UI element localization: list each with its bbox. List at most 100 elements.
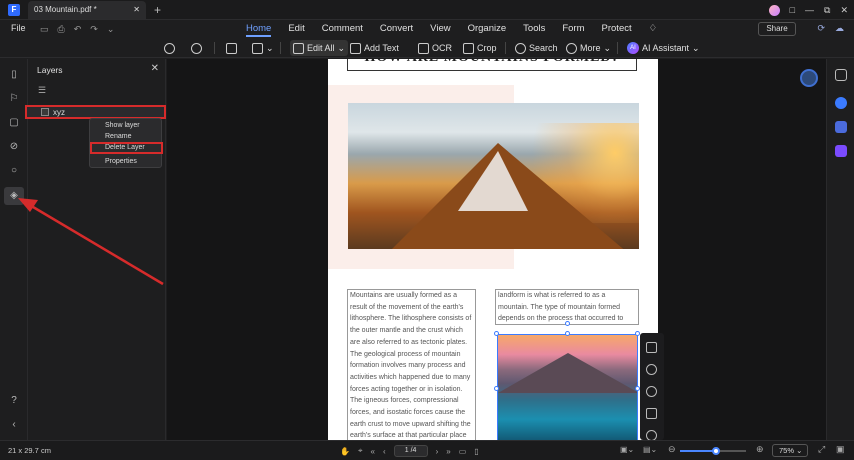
ocr-button[interactable]: OCR: [418, 40, 452, 56]
file-menu[interactable]: File: [11, 23, 26, 33]
layers-icon[interactable]: ◈: [4, 187, 24, 205]
layer-item[interactable]: xyz: [25, 105, 166, 119]
resize-handle[interactable]: [494, 386, 499, 391]
menu-tools[interactable]: Tools: [523, 22, 545, 37]
rotate-right-icon[interactable]: [646, 386, 657, 397]
main-menu: Home Edit Comment Convert View Organize …: [246, 22, 657, 37]
status-bar: 21 x 29.7 cm ✋ ⌖ « ‹ 1 /4 › » ▭ ▯ ▣⌄ ▤⌄ …: [0, 440, 854, 460]
save-icon[interactable]: ▭: [40, 24, 49, 35]
zoom-in-button[interactable]: [191, 40, 202, 56]
rotate-left-icon[interactable]: [646, 364, 657, 375]
pdf-page[interactable]: HOW ARE MOUNTAINS FORMED? Mountains are …: [328, 59, 658, 440]
more-button[interactable]: More ⌄: [566, 40, 611, 56]
bookmark-icon[interactable]: ⚐: [8, 93, 20, 105]
undo-icon[interactable]: ↶: [74, 24, 82, 35]
avatar[interactable]: [768, 4, 780, 16]
redo-icon[interactable]: ↷: [90, 24, 98, 35]
zoom-out-button[interactable]: [164, 40, 175, 56]
lightbulb-icon[interactable]: ♢: [649, 22, 658, 37]
text-block-left[interactable]: Mountains are usually formed as a result…: [347, 289, 476, 440]
maximize-button[interactable]: ⧉: [824, 5, 830, 16]
zoom-slider[interactable]: [680, 447, 746, 455]
protect-icon[interactable]: [835, 145, 847, 157]
zoom-in-icon[interactable]: ⊕: [756, 444, 764, 455]
collapse-icon[interactable]: ‹: [8, 419, 20, 431]
crop-button[interactable]: Crop: [463, 40, 497, 56]
fit-width-icon[interactable]: ▯: [474, 447, 478, 456]
zoom-slider-knob[interactable]: [712, 447, 721, 455]
zoom-level-select[interactable]: 75% ⌄: [772, 444, 808, 457]
close-icon[interactable]: ✕: [151, 63, 159, 74]
list-options-icon[interactable]: ☰: [38, 85, 46, 96]
sync-icon[interactable]: ⟳: [817, 23, 825, 34]
page-thumbnail-icon[interactable]: ▯: [8, 69, 20, 81]
search-icon[interactable]: ○: [8, 165, 20, 177]
toolbar-divider: [505, 42, 506, 54]
window-restore-icon[interactable]: □: [790, 5, 795, 15]
tab-close-icon[interactable]: ✕: [133, 5, 140, 14]
menu-view[interactable]: View: [430, 22, 450, 37]
help-icon[interactable]: ?: [8, 395, 20, 407]
new-tab-button[interactable]: +: [154, 3, 161, 17]
resize-handle[interactable]: [494, 331, 499, 336]
menu-edit[interactable]: Edit: [288, 22, 304, 37]
layer-visibility-checkbox[interactable]: [41, 108, 49, 116]
replace-image-icon[interactable]: [646, 408, 657, 419]
ai-float-icon[interactable]: [800, 69, 818, 87]
upload-icon[interactable]: ☁: [835, 23, 844, 34]
fit-page-icon[interactable]: ▭: [459, 447, 467, 456]
ai-chat-icon[interactable]: [835, 97, 847, 109]
print-icon[interactable]: ⎙: [58, 24, 65, 35]
display-mode-icon[interactable]: ▣⌄: [620, 445, 634, 454]
zoom-out-icon[interactable]: ⊖: [668, 444, 676, 455]
menu-item-show-layer[interactable]: Show layer: [105, 122, 140, 129]
menu-item-rename[interactable]: Rename: [105, 133, 131, 140]
prev-page-icon[interactable]: ‹: [383, 447, 386, 456]
presentation-icon[interactable]: ▣: [836, 444, 845, 455]
document-tab[interactable]: 03 Mountain.pdf * ✕: [28, 0, 146, 19]
search-button[interactable]: Search: [515, 40, 558, 56]
crop-image-icon[interactable]: [646, 342, 657, 353]
image-edit-toolbar: [640, 333, 664, 441]
menu-form[interactable]: Form: [562, 22, 584, 37]
reading-mode-icon[interactable]: ▤⌄: [643, 445, 657, 454]
menu-comment[interactable]: Comment: [322, 22, 363, 37]
comment-icon[interactable]: ▢: [8, 117, 20, 129]
lake-photo[interactable]: [497, 334, 638, 440]
minimize-button[interactable]: —: [805, 5, 814, 15]
attachment-icon[interactable]: ⊘: [8, 141, 20, 153]
more-label: More: [580, 43, 601, 53]
menu-convert[interactable]: Convert: [380, 22, 413, 37]
chevron-down-icon[interactable]: ⌄: [107, 24, 115, 35]
hand-tool-icon[interactable]: ✋: [340, 447, 350, 456]
first-page-icon[interactable]: «: [370, 447, 374, 456]
page-number-input[interactable]: 1 /4: [393, 445, 428, 457]
fullscreen-icon[interactable]: ⤢: [818, 444, 825, 455]
edit-all-button[interactable]: Edit All ⌄: [290, 40, 349, 56]
crop-label: Crop: [477, 43, 497, 53]
ai-assistant-button[interactable]: AI AI Assistant ⌄: [627, 40, 700, 56]
translate-icon[interactable]: [835, 121, 847, 133]
menu-home[interactable]: Home: [246, 22, 272, 37]
mountain-photo[interactable]: [348, 103, 639, 249]
menu-organize[interactable]: Organize: [468, 22, 507, 37]
text-block-right[interactable]: landform is what is referred to as a mou…: [495, 289, 639, 325]
settings-sliders-icon[interactable]: [835, 69, 847, 81]
page-heading[interactable]: HOW ARE MOUNTAINS FORMED?: [347, 59, 637, 71]
resize-handle[interactable]: [565, 331, 570, 336]
last-page-icon[interactable]: »: [446, 447, 450, 456]
menu-protect[interactable]: Protect: [602, 22, 632, 37]
close-window-button[interactable]: ✕: [840, 5, 848, 16]
ocr-label: OCR: [432, 43, 452, 53]
menu-item-properties[interactable]: Properties: [105, 158, 137, 165]
shape-button[interactable]: ⌄: [252, 40, 274, 56]
select-tool-icon[interactable]: ⌖: [358, 446, 363, 456]
add-text-button[interactable]: Add Text: [350, 40, 399, 56]
highlight-button[interactable]: [226, 40, 237, 56]
menu-item-delete-layer[interactable]: Delete Layer: [90, 142, 163, 154]
share-button[interactable]: Share: [758, 22, 796, 36]
next-page-icon[interactable]: ›: [436, 447, 439, 456]
rotate-handle[interactable]: [565, 321, 570, 326]
document-canvas[interactable]: HOW ARE MOUNTAINS FORMED? Mountains are …: [167, 59, 826, 441]
right-sidebar: [826, 59, 854, 440]
